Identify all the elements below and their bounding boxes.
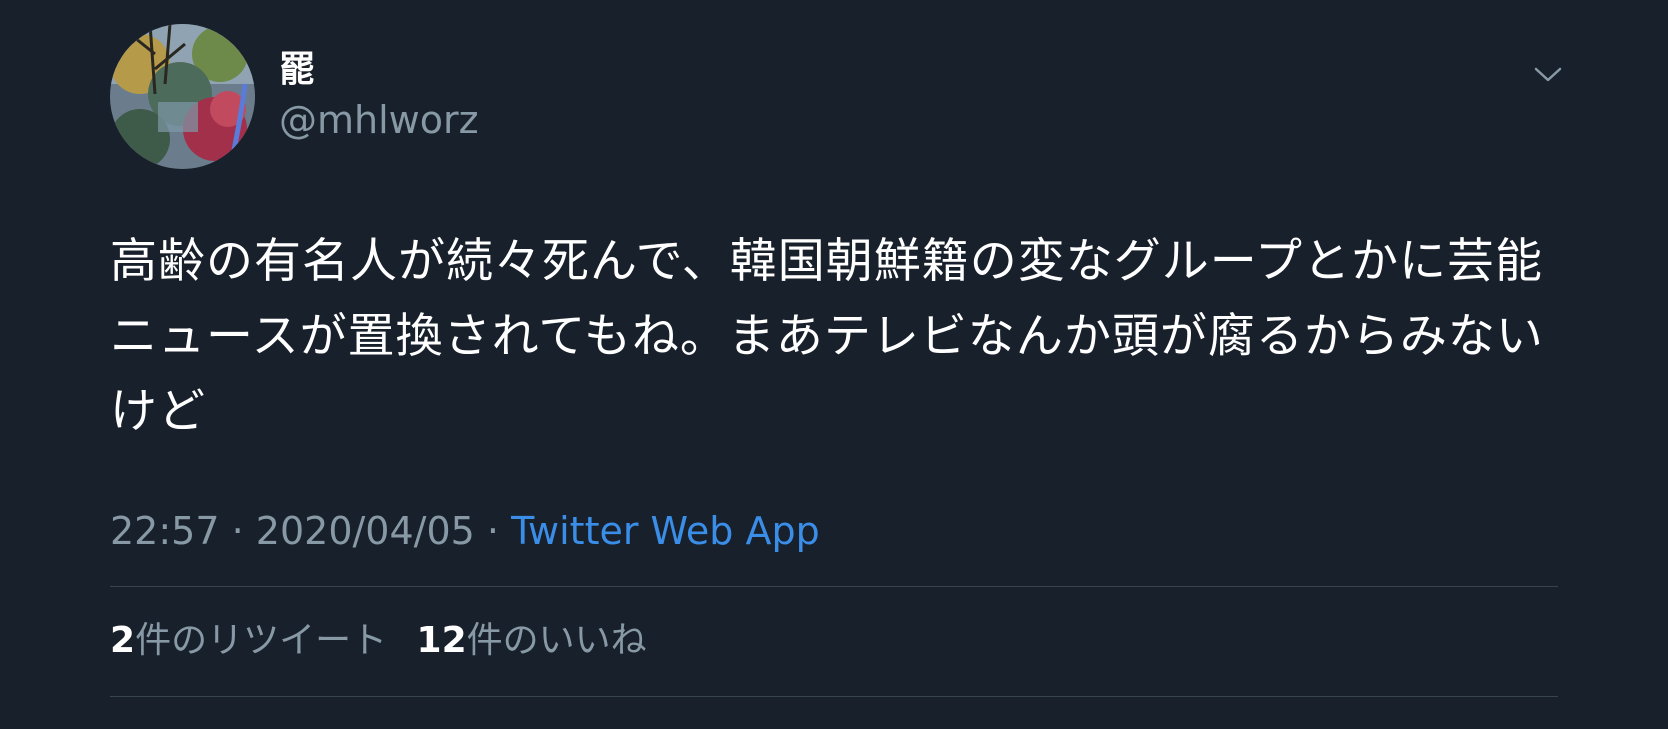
avatar-image bbox=[110, 24, 255, 169]
tweet-text: 高齢の有名人が続々死んで、韓国朝鮮籍の変なグループとかに芸能ニュースが置換されて… bbox=[110, 234, 1544, 439]
likes-count: 12 bbox=[416, 620, 467, 661]
user-avatar[interactable] bbox=[110, 24, 255, 169]
retweets-stat[interactable]: 2件のリツイート bbox=[110, 620, 387, 661]
tweet-date[interactable]: 2020/04/05 bbox=[256, 509, 475, 553]
tweet-time[interactable]: 22:57 bbox=[110, 509, 220, 553]
retweets-count: 2 bbox=[110, 620, 136, 661]
tweet-container: 罷 @mhlworz 高齢の有名人が続々死んで、韓国朝鮮籍の変なグループとかに芸… bbox=[0, 0, 1668, 729]
display-name[interactable]: 罷 bbox=[279, 48, 315, 92]
meta-separator: · bbox=[486, 509, 500, 553]
tweet-metadata: 22:57 · 2020/04/05 · Twitter Web App bbox=[110, 505, 820, 557]
user-handle[interactable]: @mhlworz bbox=[279, 96, 479, 144]
retweets-label: 件のリツイート bbox=[135, 620, 388, 661]
likes-label: 件のいいね bbox=[466, 620, 647, 661]
likes-stat[interactable]: 12件のいいね bbox=[417, 620, 647, 661]
divider bbox=[110, 696, 1558, 697]
meta-separator: · bbox=[231, 509, 244, 553]
tweet-source-link[interactable]: Twitter Web App bbox=[511, 509, 820, 553]
divider bbox=[110, 586, 1558, 587]
tweet-stats: 2件のリツイート 12件のいいね bbox=[110, 616, 647, 666]
chevron-down-icon[interactable] bbox=[1530, 56, 1566, 92]
